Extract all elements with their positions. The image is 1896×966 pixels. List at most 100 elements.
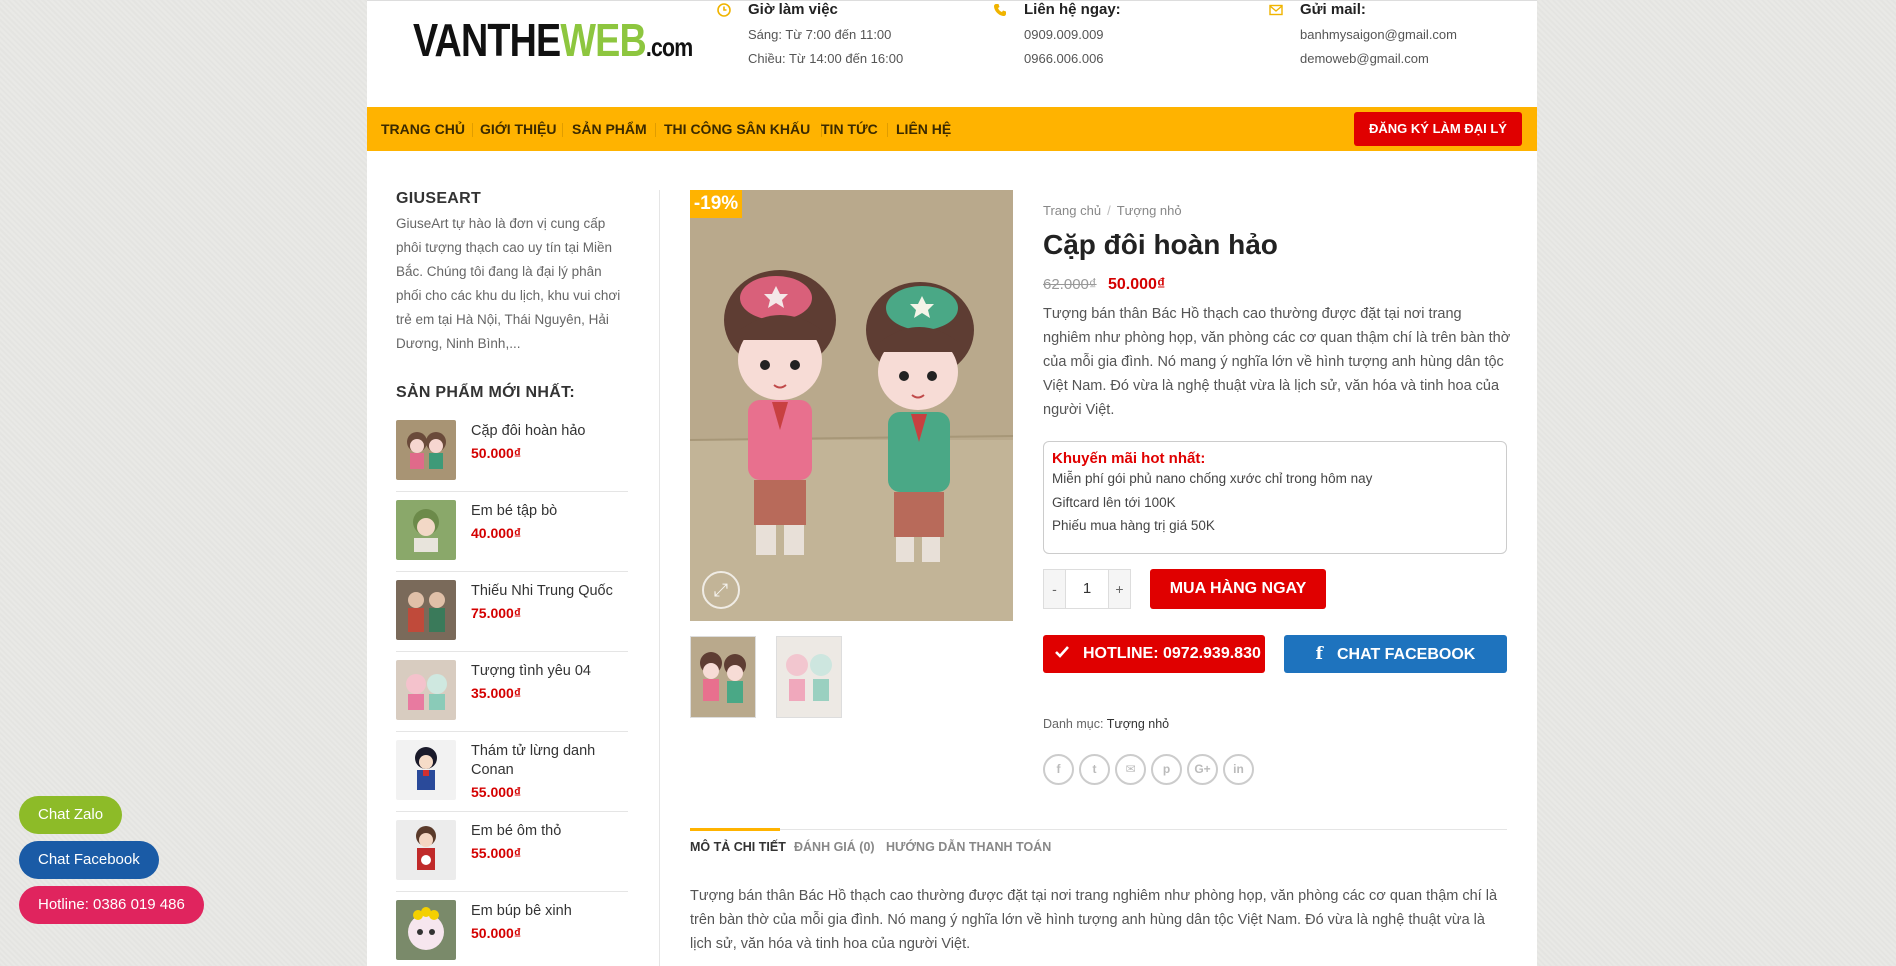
facebook-share-icon[interactable]: f	[1043, 754, 1074, 785]
nav-divider	[887, 123, 888, 137]
pinterest-share-icon[interactable]: p	[1151, 754, 1182, 785]
buy-now-button[interactable]: MUA HÀNG NGAY	[1150, 569, 1326, 609]
product-name[interactable]: Em bé ôm thỏ	[471, 822, 626, 841]
promo-line: Giftcard lên tới 100K	[1052, 494, 1176, 510]
floating-chat-facebook-button[interactable]: Chat Facebook	[19, 841, 159, 879]
product-thumbnail[interactable]	[396, 660, 456, 720]
nav-item-about[interactable]: GIỚI THIỆU	[480, 121, 557, 137]
tab-payment-guide[interactable]: HƯỚNG DẪN THANH TOÁN	[886, 840, 1051, 854]
gallery-thumbnail[interactable]	[690, 636, 756, 718]
clock-icon	[716, 3, 732, 19]
breadcrumb-home[interactable]: Trang chủ	[1043, 203, 1101, 218]
breadcrumb-category[interactable]: Tượng nhỏ	[1117, 203, 1182, 218]
nav-item-products[interactable]: SẢN PHẨM	[572, 121, 647, 137]
new-products-title: SẢN PHẨM MỚI NHẤT:	[396, 384, 576, 401]
tab-reviews[interactable]: ĐÁNH GIÁ (0)	[794, 840, 875, 854]
nav-divider	[655, 123, 656, 137]
sidebar-divider	[659, 190, 660, 966]
nav-item-news[interactable]: TIN TỨC	[821, 121, 878, 137]
nav-item-stage[interactable]: THI CÔNG SÂN KHẤU	[664, 121, 810, 137]
email-address-2[interactable]: demoweb@gmail.com	[1300, 51, 1429, 66]
product-thumbnail[interactable]	[396, 900, 456, 960]
product-thumbnail[interactable]	[396, 740, 456, 800]
email-address-1[interactable]: banhmysaigon@gmail.com	[1300, 27, 1457, 42]
email-share-icon[interactable]: ✉	[1115, 754, 1146, 785]
list-item[interactable]: Tượng tình yêu 04 35.000₫	[396, 652, 628, 732]
promo-title: Khuyến mãi hot nhất:	[1052, 450, 1206, 467]
quantity-input[interactable]: 1	[1066, 570, 1108, 608]
contact-phone-1[interactable]: 0909.009.009	[1024, 27, 1104, 42]
product-name[interactable]: Em búp bê xinh	[471, 902, 626, 921]
nav-item-contact[interactable]: LIÊN HỆ	[896, 121, 951, 137]
google-plus-share-icon[interactable]: G+	[1187, 754, 1218, 785]
phone-icon	[992, 3, 1008, 19]
email-title: Gửi mail:	[1300, 1, 1366, 18]
nav-divider	[472, 123, 473, 137]
hotline-button[interactable]: HOTLINE: 0972.939.830	[1043, 635, 1265, 673]
tab-description-content: Tượng bán thân Bác Hồ thạch cao thường đ…	[690, 888, 1498, 952]
chat-facebook-button[interactable]: f CHAT FACEBOOK	[1284, 635, 1507, 673]
product-name[interactable]: Tượng tình yêu 04	[471, 662, 626, 681]
linkedin-share-icon[interactable]: in	[1223, 754, 1254, 785]
quantity-plus-button[interactable]: +	[1108, 570, 1130, 608]
product-name[interactable]: Em bé tập bò	[471, 502, 626, 521]
page-container: VANTHEWEB.com Giờ làm việc Sáng: Từ 7:00…	[367, 0, 1537, 966]
check-icon	[1053, 635, 1071, 673]
header-top: VANTHEWEB.com Giờ làm việc Sáng: Từ 7:00…	[367, 0, 1537, 107]
short-description: Tượng bán thân Bác Hồ thạch cao thường đ…	[1043, 306, 1511, 418]
list-item[interactable]: Thám tử lừng danh Conan 55.000₫	[396, 732, 628, 812]
list-item[interactable]: Thiếu Nhi Trung Quốc 75.000₫	[396, 572, 628, 652]
facebook-icon: f	[1315, 644, 1323, 664]
product-price: 55.000₫	[471, 845, 522, 861]
product-name[interactable]: Thám tử lừng danh Conan	[471, 742, 626, 780]
product-thumbnail[interactable]	[396, 420, 456, 480]
product-thumbnail[interactable]	[396, 580, 456, 640]
envelope-icon	[1268, 3, 1284, 19]
promo-line: Phiếu mua hàng trị giá 50K	[1052, 518, 1215, 533]
product-price: 75.000₫	[471, 605, 522, 621]
gallery-thumbnail[interactable]	[776, 636, 842, 718]
promo-box: Khuyến mãi hot nhất: Miễn phí gói phủ na…	[1043, 441, 1507, 554]
quantity-minus-button[interactable]: -	[1044, 570, 1066, 608]
site-logo[interactable]: VANTHEWEB.com	[413, 14, 693, 72]
category-link[interactable]: Tượng nhỏ	[1107, 717, 1169, 731]
product-name[interactable]: Thiếu Nhi Trung Quốc	[471, 582, 626, 601]
product-name[interactable]: Cặp đôi hoàn hảo	[471, 422, 626, 441]
list-item[interactable]: Cặp đôi hoàn hảo 50.000₫	[396, 412, 628, 492]
twitter-share-icon[interactable]: t	[1079, 754, 1110, 785]
tab-description[interactable]: MÔ TẢ CHI TIẾT	[690, 840, 786, 854]
hours-title: Giờ làm việc	[748, 1, 838, 18]
nav-item-home[interactable]: TRANG CHỦ	[381, 121, 465, 137]
floating-hotline-button[interactable]: Hotline: 0386 019 486	[19, 886, 204, 924]
old-price: 62.000₫	[1043, 276, 1097, 293]
dealer-signup-button[interactable]: ĐĂNG KÝ LÀM ĐẠI LÝ	[1354, 112, 1522, 146]
product-main-image[interactable]	[690, 190, 1013, 621]
sale-price: 50.000₫	[1108, 276, 1166, 293]
discount-badge: -19%	[690, 190, 742, 218]
main-nav: TRANG CHỦ GIỚI THIỆU SẢN PHẨM THI CÔNG S…	[367, 107, 1537, 151]
logo-part-3: .com	[645, 32, 693, 62]
product-thumbnail[interactable]	[396, 500, 456, 560]
chat-facebook-label: CHAT FACEBOOK	[1336, 646, 1476, 663]
product-price: 35.000₫	[471, 685, 522, 701]
chat-zalo-button[interactable]: Chat Zalo	[19, 796, 123, 834]
contact-phone-2[interactable]: 0966.006.006	[1024, 51, 1104, 66]
about-text: GiuseArt tự hào là đơn vị cung cấp phôi …	[396, 216, 621, 351]
sidebar: GIUSEART GiuseArt tự hào là đơn vị cung …	[396, 190, 628, 966]
hours-morning: Sáng: Từ 7:00 đến 11:00	[748, 27, 892, 42]
hotline-label: HOTLINE: 0972.939.830	[1083, 645, 1261, 662]
contact-title: Liên hệ ngay:	[1024, 1, 1121, 18]
category-label: Danh mục:	[1043, 717, 1104, 731]
promo-line: Miễn phí gói phủ nano chống xước chỉ tro…	[1052, 471, 1373, 486]
product-price: 40.000₫	[471, 525, 522, 541]
list-item[interactable]: Em búp bê xinh 50.000₫	[396, 892, 628, 966]
list-item[interactable]: Em bé tập bò 40.000₫	[396, 492, 628, 572]
breadcrumb: Trang chủ / Tượng nhỏ	[1043, 203, 1182, 218]
logo-part-1: VANTHE	[413, 14, 561, 66]
product-thumbnail[interactable]	[396, 820, 456, 880]
list-item[interactable]: Em bé ôm thỏ 55.000₫	[396, 812, 628, 892]
breadcrumb-separator: /	[1107, 203, 1111, 218]
expand-icon[interactable]: ⤢	[702, 571, 740, 609]
product-price: 50.000₫	[471, 925, 522, 941]
logo-part-2: WEB	[560, 14, 646, 66]
